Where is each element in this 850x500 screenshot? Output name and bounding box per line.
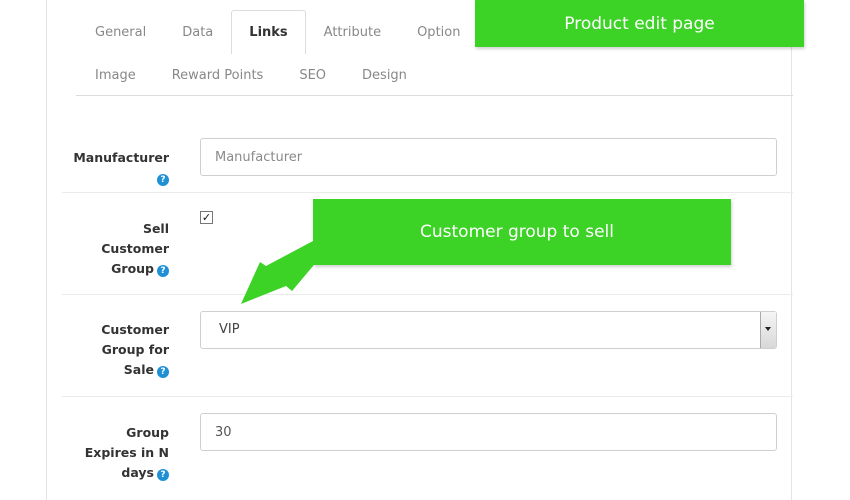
arrow-shape <box>241 241 324 304</box>
annotation-arrow-icon <box>241 241 324 304</box>
